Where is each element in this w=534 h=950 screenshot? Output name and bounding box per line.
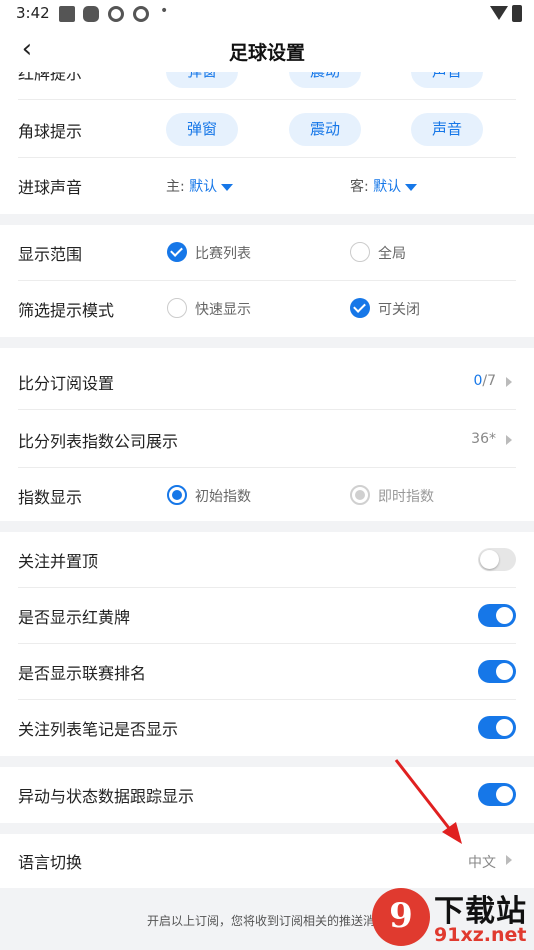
global-checkbox[interactable] — [350, 242, 370, 262]
language-label: 语言切换 — [18, 853, 83, 872]
red-card-vibrate-button[interactable]: 震动 — [289, 72, 361, 88]
follow-pin-toggle[interactable] — [478, 548, 516, 571]
league-rank-toggle[interactable] — [478, 660, 516, 683]
chevron-down-icon — [221, 183, 234, 191]
initial-index-radio[interactable] — [167, 485, 187, 505]
watermark-logo: 9 — [372, 888, 430, 946]
index-display-row: 指数显示 初始指数 即时指数 — [18, 468, 516, 524]
live-index-radio — [350, 485, 370, 505]
toggle-row: 是否显示联赛排名 — [18, 644, 516, 700]
away-sound-value: 默认 — [373, 179, 402, 195]
initial-index-option[interactable]: 初始指数 — [195, 486, 251, 506]
corner-label: 角球提示 — [18, 122, 83, 141]
toggle-row: 关注列表笔记是否显示 — [18, 700, 516, 756]
chevron-down-icon — [405, 183, 418, 191]
score-sub-total: /7 — [482, 373, 496, 389]
chevron-right-icon — [506, 435, 512, 445]
wifi-icon — [490, 6, 508, 20]
notes-label: 关注列表笔记是否显示 — [18, 720, 179, 739]
notification-icon — [83, 6, 99, 22]
corner-popup-button[interactable]: 弹窗 — [166, 113, 238, 146]
global-option[interactable]: 全局 — [378, 243, 406, 263]
chevron-right-icon — [506, 377, 512, 387]
anomaly-label: 异动与状态数据跟踪显示 — [18, 787, 195, 806]
goal-sound-label: 进球声音 — [18, 178, 83, 197]
follow-pin-label: 关注并置顶 — [18, 552, 99, 571]
closable-option[interactable]: 可关闭 — [378, 299, 420, 319]
display-range-row: 显示范围 比赛列表 全局 — [18, 225, 516, 281]
corner-vibrate-button[interactable]: 震动 — [289, 113, 361, 146]
live-index-option: 即时指数 — [378, 489, 434, 505]
home-sound-value: 默认 — [189, 179, 218, 195]
app-icon — [133, 6, 149, 22]
away-label: 客: — [350, 179, 369, 195]
away-sound-select[interactable]: 客: 默认 — [350, 176, 418, 196]
display-range-label: 显示范围 — [18, 245, 83, 264]
toggle-row: 是否显示红黄牌 — [18, 588, 516, 644]
status-bar: 3:42 • — [0, 0, 534, 28]
red-card-popup-button[interactable]: 弹窗 — [166, 72, 238, 88]
filter-mode-label: 筛选提示模式 — [18, 301, 115, 320]
red-card-sound-button[interactable]: 声音 — [411, 72, 483, 88]
score-sub-row[interactable]: 比分订阅设置 0/7 — [18, 352, 516, 410]
toggle-row: 关注并置顶 — [18, 532, 516, 588]
anomaly-toggle[interactable] — [478, 783, 516, 806]
language-value: 中文 — [468, 855, 496, 871]
score-sub-value: 0/7 — [473, 373, 496, 389]
more-dot: • — [160, 3, 169, 19]
notes-toggle[interactable] — [478, 716, 516, 739]
chevron-right-icon — [506, 855, 512, 865]
watermark-url: 91xz.net — [434, 924, 527, 946]
toggle-card: 关注并置顶 是否显示红黄牌 是否显示联赛排名 关注列表笔记是否显示 — [0, 532, 534, 756]
filter-mode-row: 筛选提示模式 快速显示 可关闭 — [18, 281, 516, 337]
status-time: 3:42 — [16, 4, 50, 22]
red-card-label: 红牌提示 — [18, 72, 83, 83]
watermark: 9 下载站 91xz.net — [372, 884, 530, 950]
league-rank-label: 是否显示联赛排名 — [18, 664, 147, 683]
quick-show-checkbox[interactable] — [167, 298, 187, 318]
page-title: 足球设置 — [228, 42, 305, 64]
notification-icon — [59, 6, 75, 22]
closable-checkbox[interactable] — [350, 298, 370, 318]
red-card-row: 红牌提示 弹窗 震动 声音 — [18, 72, 516, 100]
home-label: 主: — [166, 179, 185, 195]
battery-icon — [512, 5, 522, 22]
goal-sound-row: 进球声音 主: 默认 客: 默认 — [18, 158, 516, 214]
display-card: 显示范围 比赛列表 全局 筛选提示模式 快速显示 可关闭 — [0, 225, 534, 337]
index-display-label: 指数显示 — [18, 488, 83, 507]
score-index-value: 36* — [471, 431, 496, 447]
show-cards-label: 是否显示红黄牌 — [18, 608, 131, 627]
score-sub-label: 比分订阅设置 — [18, 374, 115, 393]
corner-sound-button[interactable]: 声音 — [411, 113, 483, 146]
score-index-row[interactable]: 比分列表指数公司展示 36* — [18, 410, 516, 468]
alerts-card: 红牌提示 弹窗 震动 声音 角球提示 弹窗 震动 声音 进球声音 主: 默认 客… — [0, 72, 534, 214]
annotation-arrow-icon — [394, 759, 462, 844]
match-list-checkbox[interactable] — [167, 242, 187, 262]
corner-row: 角球提示 弹窗 震动 声音 — [18, 102, 516, 158]
score-index-label: 比分列表指数公司展示 — [18, 432, 179, 451]
score-card: 比分订阅设置 0/7 比分列表指数公司展示 36* 指数显示 初始指数 即时指数 — [0, 348, 534, 521]
app-icon — [108, 6, 124, 22]
quick-show-option[interactable]: 快速显示 — [195, 299, 251, 319]
match-list-option[interactable]: 比赛列表 — [195, 243, 251, 263]
title-bar: ‹ 足球设置 — [0, 28, 534, 72]
show-cards-toggle[interactable] — [478, 604, 516, 627]
home-sound-select[interactable]: 主: 默认 — [166, 176, 234, 196]
